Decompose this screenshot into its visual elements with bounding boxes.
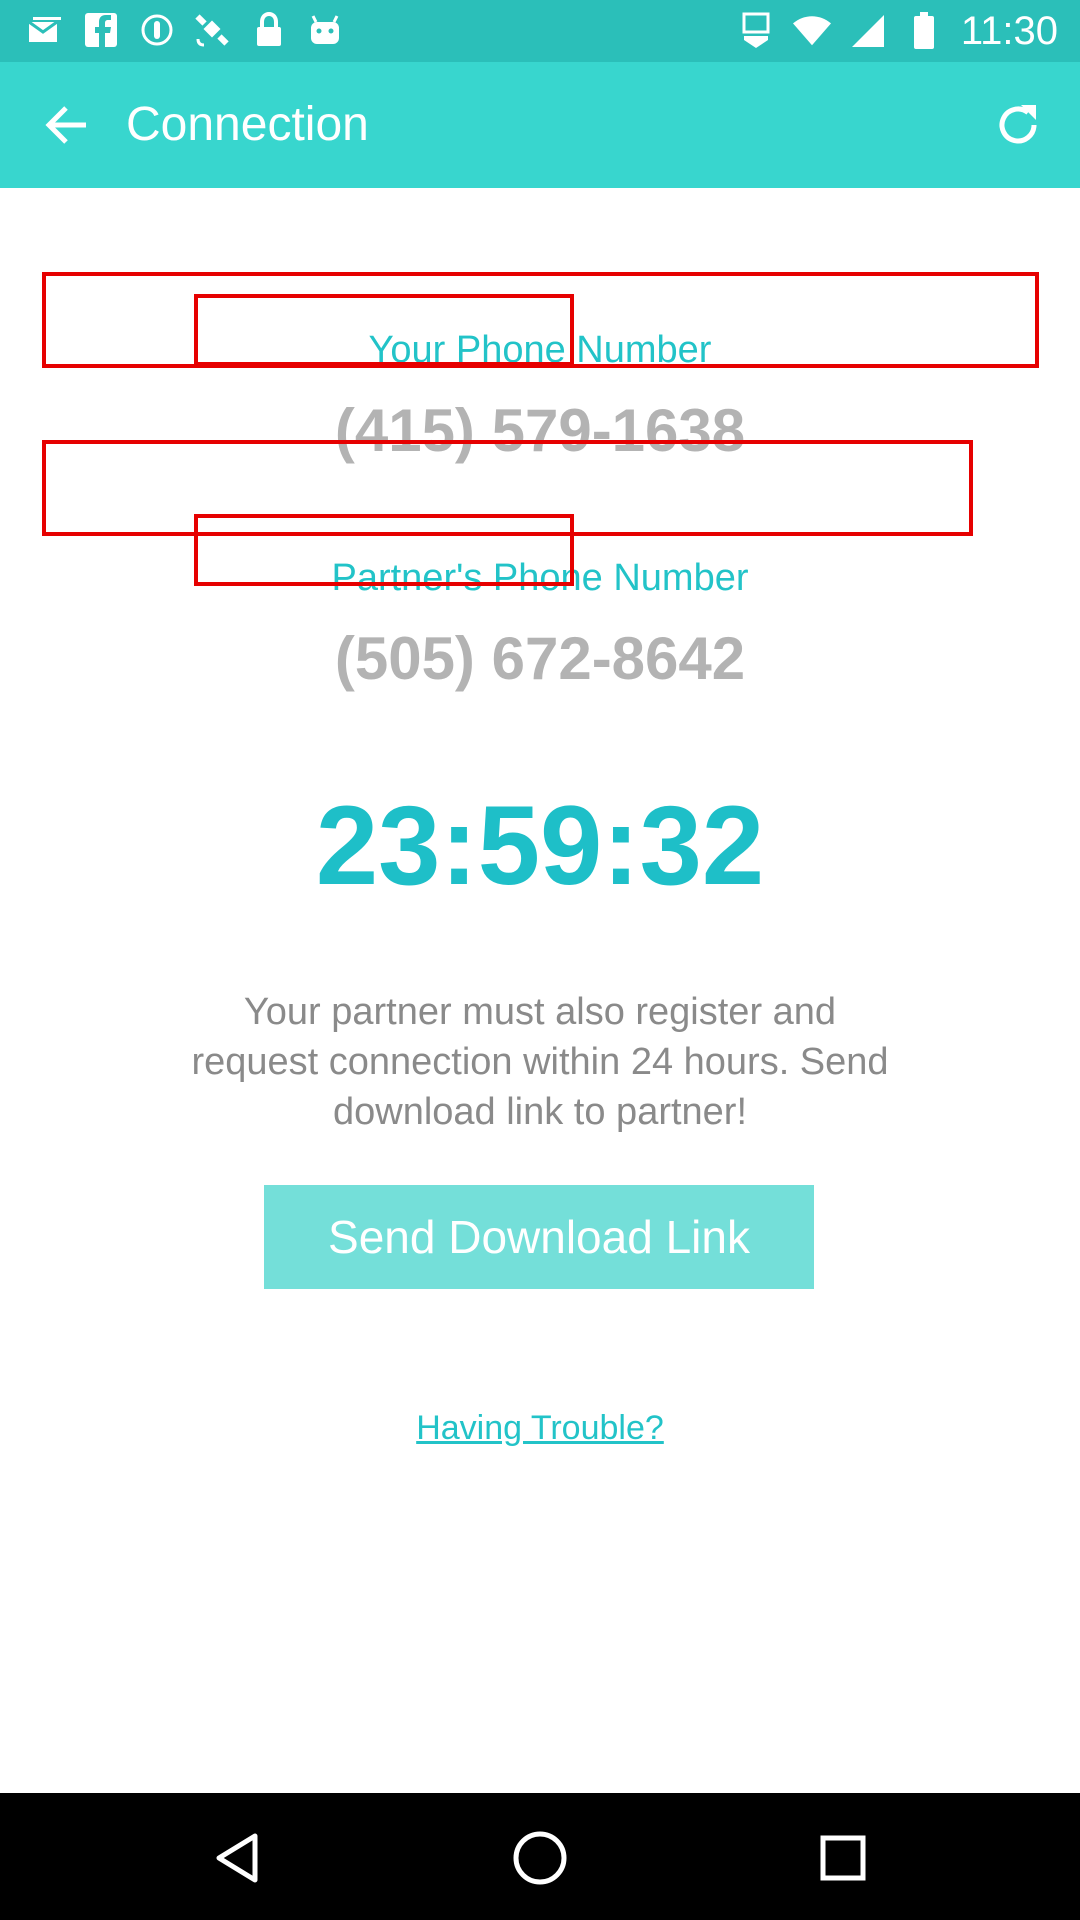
app-bar: Connection <box>0 62 1080 188</box>
signal-icon <box>849 11 887 51</box>
system-nav-bar <box>0 1793 1080 1920</box>
android-icon <box>306 10 344 50</box>
info-line: request connection within 24 hours. Send <box>191 1041 889 1083</box>
sync-icon <box>138 10 176 50</box>
refresh-icon[interactable] <box>986 93 1050 157</box>
status-time: 11:30 <box>960 9 1058 53</box>
mail-icon <box>26 10 64 50</box>
satellite-icon <box>194 10 232 50</box>
status-icons-right: 11:30 <box>737 8 1058 54</box>
status-icons-left <box>26 10 344 50</box>
info-line: download link to partner! <box>332 1091 748 1133</box>
facebook-icon <box>82 10 120 50</box>
cast-icon <box>737 11 775 51</box>
send-download-link-button[interactable]: Send Download Link <box>264 1185 814 1289</box>
battery-icon <box>905 11 943 51</box>
info-text: Your partner must also register and requ… <box>140 987 940 1137</box>
status-bar: 11:30 <box>0 0 1080 62</box>
connection-content: Your Phone Number (415) 579-1638 Partner… <box>0 188 1080 1793</box>
info-line: Your partner must also register and <box>243 991 837 1033</box>
your-phone-label: Your Phone Number <box>368 329 712 371</box>
partner-phone-label: Partner's Phone Number <box>331 557 749 599</box>
wifi-icon <box>792 11 831 51</box>
page-title: Connection <box>126 98 369 151</box>
lock-icon <box>250 10 288 50</box>
having-trouble-link[interactable]: Having Trouble? <box>0 1408 1080 1448</box>
countdown-timer: 23:59:32 <box>315 783 765 908</box>
home-circle-icon[interactable] <box>505 1823 575 1893</box>
back-arrow-icon[interactable] <box>34 93 98 157</box>
back-triangle-icon[interactable] <box>201 1823 271 1893</box>
your-phone-number: (415) 579-1638 <box>334 397 746 464</box>
partner-phone-number: (505) 672-8642 <box>334 625 746 692</box>
recents-square-icon[interactable] <box>808 1823 878 1893</box>
